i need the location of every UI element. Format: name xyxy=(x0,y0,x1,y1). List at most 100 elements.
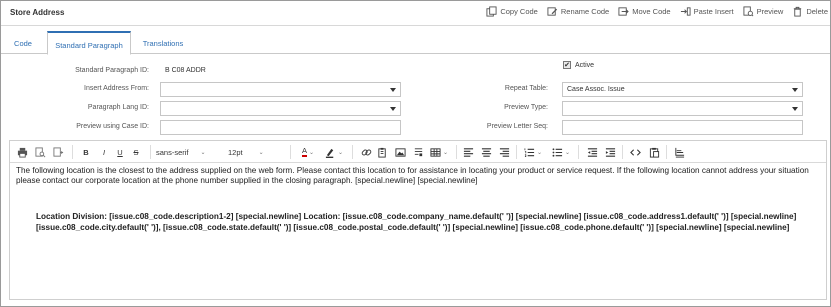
page-title: Store Address xyxy=(10,8,65,17)
format-painter-button[interactable] xyxy=(672,146,686,158)
toolbar-divider xyxy=(456,145,457,159)
chevron-down-icon: ⌄ xyxy=(442,149,449,156)
bold-button[interactable]: B xyxy=(80,146,92,158)
font-size-select[interactable]: 12pt ⌄ xyxy=(228,146,284,158)
header-actions: Copy Code Rename Code Move Code Paste In… xyxy=(486,6,828,17)
copy-code-button[interactable]: Copy Code xyxy=(486,6,538,17)
highlighter-icon xyxy=(325,148,334,158)
paste-insert-label: Paste Insert xyxy=(693,7,734,16)
paste-insert-button[interactable]: Paste Insert xyxy=(680,6,734,17)
chevron-down-icon xyxy=(390,107,396,111)
chevron-down-icon: ⌄ xyxy=(308,149,315,156)
insert-field-button[interactable] xyxy=(376,146,388,158)
indent-icon xyxy=(605,147,615,157)
align-right-icon xyxy=(499,147,509,157)
paste-text-button[interactable] xyxy=(648,146,660,158)
tab-code[interactable]: Code xyxy=(7,31,39,54)
preview-icon xyxy=(743,6,754,17)
chevron-down-icon xyxy=(792,107,798,111)
delete-button[interactable]: Delete xyxy=(792,6,828,17)
print-button[interactable] xyxy=(16,146,28,158)
indent-button[interactable] xyxy=(604,146,616,158)
align-center-button[interactable] xyxy=(480,146,492,158)
bullet-list-icon xyxy=(552,147,563,157)
paste-icon xyxy=(649,147,659,158)
bullet-list-button[interactable]: ⌄ xyxy=(550,146,572,158)
preview-label: Preview xyxy=(756,7,784,16)
table-button[interactable]: ⌄ xyxy=(428,146,450,158)
find-replace-icon xyxy=(52,146,63,157)
italic-button[interactable]: I xyxy=(98,146,110,158)
outdent-icon xyxy=(587,147,597,157)
insert-address-label: Insert Address From: xyxy=(84,85,149,92)
font-family-value: sans-serif xyxy=(156,147,189,157)
toolbar-divider xyxy=(622,145,623,159)
find-replace-button[interactable] xyxy=(52,146,64,158)
standard-paragraph-id-value: B C08 ADDR xyxy=(165,67,206,74)
preview-case-label: Preview using Case ID: xyxy=(76,123,149,130)
toolbar-divider xyxy=(666,145,667,159)
paragraph-form: ✔ Active Standard Paragraph ID: B C08 AD… xyxy=(1,57,830,139)
active-checkbox[interactable]: ✔ xyxy=(563,61,571,69)
preview-type-label: Preview Type: xyxy=(504,104,548,111)
font-size-value: 12pt xyxy=(228,147,243,157)
source-code-button[interactable] xyxy=(628,146,642,158)
text-color-icon: A xyxy=(301,146,307,157)
rename-code-button[interactable]: Rename Code xyxy=(547,6,609,17)
chevron-down-icon: ⌄ xyxy=(564,149,571,156)
align-right-button[interactable] xyxy=(498,146,510,158)
align-left-icon xyxy=(463,147,473,157)
preview-button[interactable]: Preview xyxy=(743,6,784,17)
editor-toolbar: B I U S sans-serif ⌄ 12pt ⌄ A ⌄ ⌄ ⌄ ⌄ ⌄ xyxy=(10,141,826,163)
font-family-select[interactable]: sans-serif ⌄ xyxy=(156,146,226,158)
preview-letter-input[interactable] xyxy=(562,120,803,135)
align-left-button[interactable] xyxy=(462,146,474,158)
chevron-down-icon: ⌄ xyxy=(200,149,206,156)
link-icon xyxy=(361,149,371,155)
toolbar-divider xyxy=(72,145,73,159)
paragraph-block-icon xyxy=(414,147,422,156)
preview-doc-button[interactable] xyxy=(34,146,46,158)
search-doc-icon xyxy=(34,146,45,157)
highlight-color-button[interactable]: ⌄ xyxy=(322,146,346,158)
location-block: Location Division: [issue.c08_code.descr… xyxy=(36,212,797,232)
delete-label: Delete xyxy=(806,7,828,16)
chevron-down-icon xyxy=(390,88,396,92)
underline-button[interactable]: U xyxy=(114,146,126,158)
insert-address-select[interactable] xyxy=(160,82,401,97)
print-icon xyxy=(17,147,27,158)
table-icon xyxy=(430,147,441,157)
strikethrough-button[interactable]: S xyxy=(130,146,142,158)
move-code-label: Move Code xyxy=(632,7,671,16)
code-icon xyxy=(629,148,641,156)
editor-content[interactable]: The following location is the closest to… xyxy=(10,166,826,296)
preview-case-input[interactable] xyxy=(160,120,401,135)
link-button[interactable] xyxy=(360,146,372,158)
standard-paragraph-id-label: Standard Paragraph ID: xyxy=(75,67,149,74)
repeat-table-value: Case Assoc. Issue xyxy=(567,86,625,93)
paragraph-lang-select[interactable] xyxy=(160,101,401,116)
toolbar-divider xyxy=(516,145,517,159)
chevron-down-icon: ⌄ xyxy=(536,149,543,156)
toolbar-divider xyxy=(578,145,579,159)
rich-text-editor: B I U S sans-serif ⌄ 12pt ⌄ A ⌄ ⌄ ⌄ ⌄ ⌄ … xyxy=(9,140,827,300)
tab-translations[interactable]: Translations xyxy=(137,31,189,54)
copy-icon xyxy=(486,6,497,17)
preview-type-select[interactable] xyxy=(562,101,803,116)
page-header: Store Address Copy Code Rename Code Move… xyxy=(1,1,830,26)
body-paragraph: The following location is the closest to… xyxy=(16,166,809,185)
rename-code-label: Rename Code xyxy=(560,7,610,16)
insert-image-button[interactable] xyxy=(394,146,406,158)
move-code-button[interactable]: Move Code xyxy=(618,6,671,17)
chevron-down-icon xyxy=(792,88,798,92)
outdent-button[interactable] xyxy=(586,146,598,158)
tab-standard-paragraph[interactable]: Standard Paragraph xyxy=(47,31,131,55)
text-color-button[interactable]: A ⌄ xyxy=(296,146,320,158)
chevron-down-icon: ⌄ xyxy=(258,149,264,156)
toolbar-divider xyxy=(150,145,151,159)
format-painter-icon xyxy=(674,147,684,158)
insert-paragraph-button[interactable] xyxy=(412,146,424,158)
numbered-list-button[interactable]: ⌄ xyxy=(522,146,544,158)
repeat-table-select[interactable]: Case Assoc. Issue xyxy=(562,82,803,97)
numbered-list-icon xyxy=(524,147,535,157)
